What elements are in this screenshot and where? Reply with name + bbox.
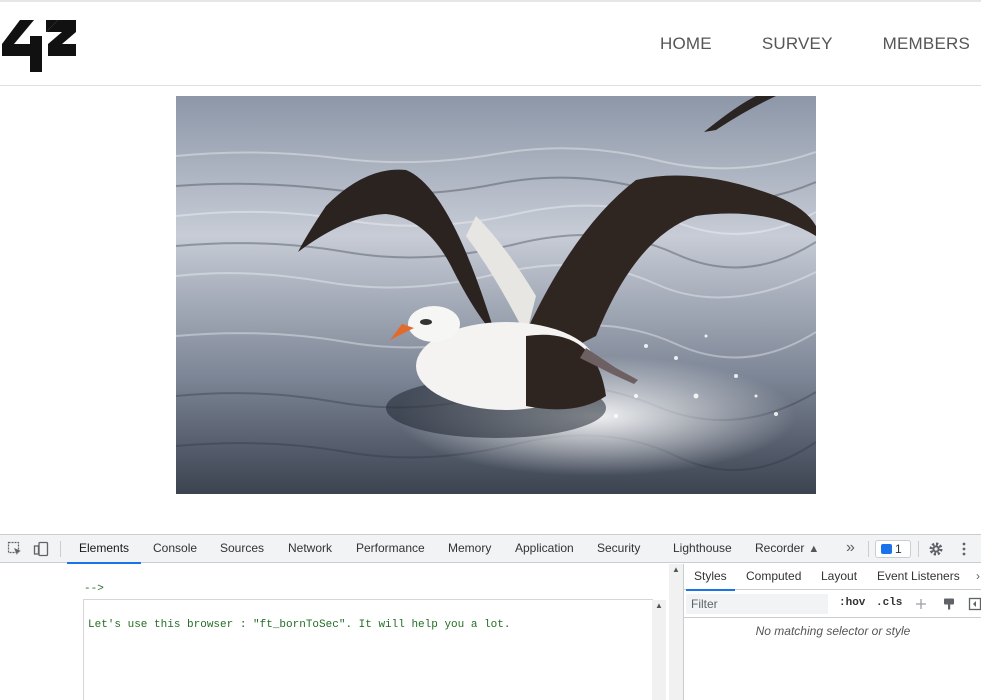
toolbar-separator <box>60 541 61 557</box>
rendering-emulation-brush-icon[interactable] <box>942 597 956 611</box>
devtools-panel: Elements Console Sources Network Perform… <box>0 534 981 700</box>
elements-dom-tree[interactable]: --> Let's use this browser : "ft_bornToS… <box>0 564 683 700</box>
scroll-up-arrow-icon[interactable]: ▲ <box>652 600 666 612</box>
tab-sources[interactable]: Sources <box>220 535 264 563</box>
issues-count: 1 <box>895 542 902 556</box>
comment-scrollbar[interactable]: ▲ <box>652 600 666 700</box>
toolbar-separator <box>868 541 869 557</box>
issues-counter-button[interactable]: 1 <box>875 540 911 558</box>
tab-network[interactable]: Network <box>288 535 332 563</box>
comment-close-marker: --> <box>84 583 104 595</box>
message-icon <box>881 544 892 554</box>
more-sidebar-tabs-chevron-icon[interactable]: › <box>976 564 980 590</box>
hero-photo <box>176 96 816 494</box>
experimental-flask-icon: ▲ <box>808 543 820 555</box>
tab-elements[interactable]: Elements <box>66 535 142 564</box>
styles-sidebar-tabs: Styles Computed Layout Event Listeners › <box>684 564 981 591</box>
nav-members-link[interactable]: MEMBERS <box>883 34 970 54</box>
no-matching-style-message: No matching selector or style <box>755 624 911 638</box>
nav-home-link[interactable]: HOME <box>660 34 712 54</box>
styles-filter-input[interactable] <box>686 594 828 614</box>
tab-recorder-label: Recorder <box>755 541 805 555</box>
site-header: HOME SURVEY MEMBERS <box>0 0 981 86</box>
settings-gear-icon[interactable] <box>928 541 944 557</box>
hov-toggle-button[interactable]: :hov <box>839 597 865 609</box>
styles-sidebar: Styles Computed Layout Event Listeners ›… <box>683 564 981 700</box>
main-nav: HOME SURVEY MEMBERS <box>610 34 970 54</box>
toolbar-separator <box>918 541 919 557</box>
cls-toggle-button[interactable]: .cls <box>876 597 902 609</box>
tab-performance[interactable]: Performance <box>356 535 425 563</box>
tab-computed[interactable]: Computed <box>746 564 801 590</box>
tab-memory[interactable]: Memory <box>448 535 491 563</box>
tab-recorder[interactable]: Recorder ▲ <box>755 535 819 563</box>
new-style-rule-plus-icon[interactable] <box>914 597 928 611</box>
html-comment-text[interactable]: Let's use this browser : "ft_bornToSec".… <box>88 619 510 631</box>
more-tabs-chevron-icon[interactable]: » <box>846 535 855 563</box>
tab-event-listeners[interactable]: Event Listeners <box>877 564 960 590</box>
nav-survey-link[interactable]: SURVEY <box>762 34 833 54</box>
site-logo[interactable] <box>0 18 80 74</box>
albatross-photo <box>176 96 816 494</box>
comment-editor-box[interactable]: Let's use this browser : "ft_bornToSec".… <box>83 599 666 700</box>
styles-filter-toolbar: :hov .cls <box>684 591 981 618</box>
tab-security[interactable]: Security <box>597 535 640 563</box>
toggle-sidebar-icon[interactable] <box>968 597 981 611</box>
elements-scrollbar[interactable]: ▲ <box>669 564 683 700</box>
tab-layout[interactable]: Layout <box>821 564 857 590</box>
inspect-element-icon[interactable] <box>7 541 23 557</box>
tab-styles[interactable]: Styles <box>686 564 735 591</box>
device-toolbar-icon[interactable] <box>33 541 49 557</box>
tab-console[interactable]: Console <box>153 535 197 563</box>
tab-application[interactable]: Application <box>515 535 574 563</box>
scroll-up-arrow-icon[interactable]: ▲ <box>669 564 683 576</box>
tab-lighthouse[interactable]: Lighthouse <box>673 535 732 563</box>
devtools-toolbar: Elements Console Sources Network Perform… <box>0 535 981 564</box>
more-options-kebab-icon[interactable] <box>960 541 968 557</box>
